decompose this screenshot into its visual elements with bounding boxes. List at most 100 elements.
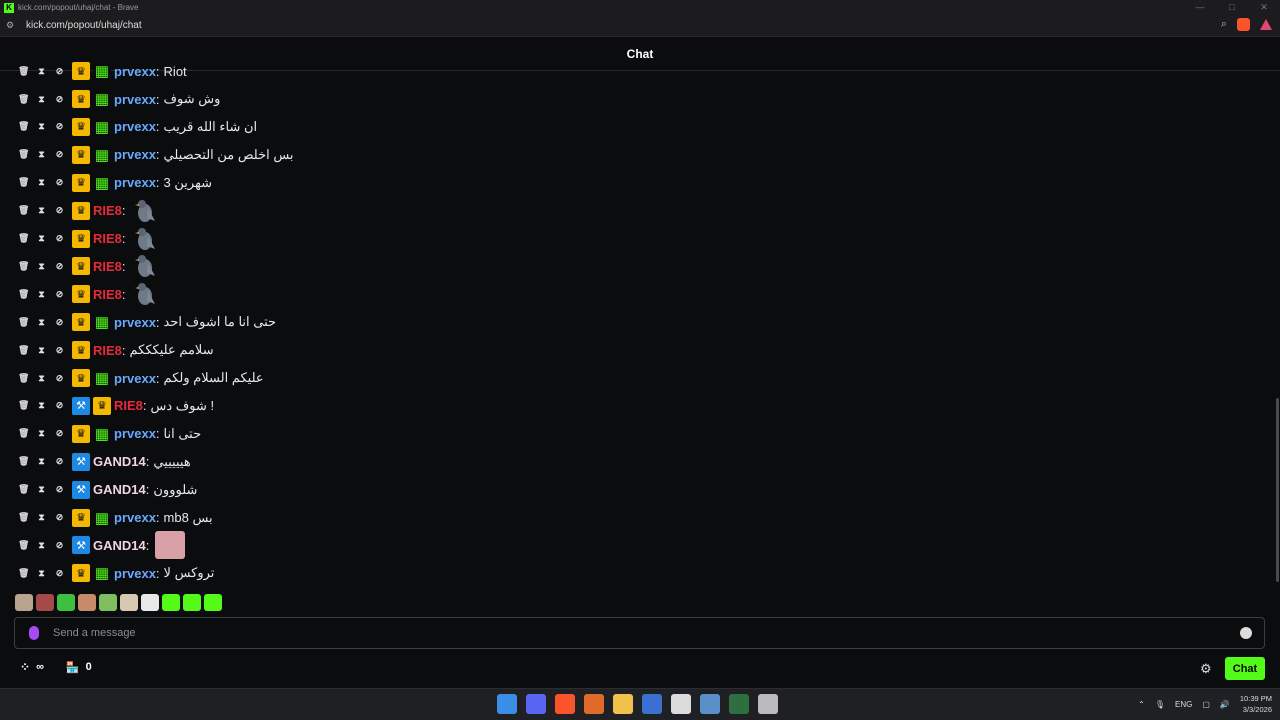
trash-icon[interactable]: 🗑 <box>18 345 29 356</box>
ban-icon[interactable]: ⊘ <box>54 568 65 579</box>
microphone-icon[interactable]: 🎙 <box>1155 700 1165 709</box>
trash-icon[interactable]: 🗑 <box>18 94 29 105</box>
site-settings-icon[interactable]: ⚙ <box>6 20 18 31</box>
ban-icon[interactable]: ⊘ <box>54 373 65 384</box>
timeout-icon[interactable]: ⧗ <box>36 205 47 216</box>
app-icon[interactable] <box>642 694 662 714</box>
excel-icon[interactable] <box>729 694 749 714</box>
chat-username[interactable]: prvexx <box>114 64 156 79</box>
trash-icon[interactable]: 🗑 <box>18 177 29 188</box>
chat-username[interactable]: prvexx <box>114 315 156 330</box>
chat-username[interactable]: RIE8 <box>93 287 122 302</box>
chat-username[interactable]: RIE8 <box>93 231 122 246</box>
tray-chevron-icon[interactable]: ⌃ <box>1138 700 1145 709</box>
timeout-icon[interactable]: ⧗ <box>36 94 47 105</box>
maximize-button[interactable]: □ <box>1216 0 1248 15</box>
quick-emote-icon[interactable] <box>78 594 96 611</box>
obs-icon[interactable] <box>671 694 691 714</box>
ban-icon[interactable]: ⊘ <box>54 317 65 328</box>
timeout-icon[interactable]: ⧗ <box>36 456 47 467</box>
chat-username[interactable]: GAND14 <box>93 454 146 469</box>
ban-icon[interactable]: ⊘ <box>54 149 65 160</box>
ban-icon[interactable]: ⊘ <box>54 66 65 77</box>
chat-username[interactable]: RIE8 <box>114 398 143 413</box>
store-icon[interactable]: 🏪 <box>66 661 80 674</box>
trash-icon[interactable]: 🗑 <box>18 456 29 467</box>
timeout-icon[interactable]: ⧗ <box>36 373 47 384</box>
quick-emote-icon[interactable] <box>57 594 75 611</box>
affinity-icon[interactable] <box>584 694 604 714</box>
ban-icon[interactable]: ⊘ <box>54 428 65 439</box>
chat-settings-icon[interactable]: ⚙ <box>1200 661 1212 677</box>
chat-username[interactable]: prvexx <box>114 510 156 525</box>
ban-icon[interactable]: ⊘ <box>54 233 65 244</box>
timeout-icon[interactable]: ⧗ <box>36 66 47 77</box>
pigeon-emote-icon[interactable] <box>132 226 158 252</box>
brave-icon[interactable] <box>555 694 575 714</box>
brave-rewards-icon[interactable] <box>1260 19 1272 30</box>
ban-icon[interactable]: ⊘ <box>54 121 65 132</box>
pigeon-emote-icon[interactable] <box>132 253 158 279</box>
chat-username[interactable]: prvexx <box>114 175 156 190</box>
trash-icon[interactable]: 🗑 <box>18 66 29 77</box>
emoji-picker-icon[interactable] <box>1240 627 1252 639</box>
chat-scrollbar[interactable] <box>1276 398 1279 582</box>
close-button[interactable]: ✕ <box>1248 0 1280 15</box>
discord-icon[interactable] <box>526 694 546 714</box>
chat-username[interactable]: prvexx <box>114 371 156 386</box>
chat-username[interactable]: GAND14 <box>93 538 146 553</box>
timeout-icon[interactable]: ⧗ <box>36 345 47 356</box>
trash-icon[interactable]: 🗑 <box>18 121 29 132</box>
chat-username[interactable]: prvexx <box>114 119 156 134</box>
trash-icon[interactable]: 🗑 <box>18 428 29 439</box>
timeout-icon[interactable]: ⧗ <box>36 568 47 579</box>
trash-icon[interactable]: 🗑 <box>18 512 29 523</box>
taskbar-clock[interactable]: 10:39 PM 3/3/2026 <box>1240 693 1272 715</box>
timeout-icon[interactable]: ⧗ <box>36 121 47 132</box>
files-icon[interactable] <box>613 694 633 714</box>
timeout-icon[interactable]: ⧗ <box>36 233 47 244</box>
timeout-icon[interactable]: ⧗ <box>36 400 47 411</box>
ban-icon[interactable]: ⊘ <box>54 456 65 467</box>
network-icon[interactable]: ▢ <box>1202 700 1210 709</box>
chat-username[interactable]: prvexx <box>114 92 156 107</box>
face-emote-icon[interactable] <box>155 531 186 560</box>
quick-emote-icon[interactable] <box>36 594 54 611</box>
input-language[interactable]: ENG <box>1175 700 1192 709</box>
steam-icon[interactable] <box>700 694 720 714</box>
quick-emote-icon[interactable] <box>15 594 33 611</box>
minimize-button[interactable]: — <box>1184 0 1216 15</box>
timeout-icon[interactable]: ⧗ <box>36 177 47 188</box>
trash-icon[interactable]: 🗑 <box>18 568 29 579</box>
quick-emote-icon[interactable] <box>141 594 159 611</box>
clock-icon[interactable] <box>758 694 778 714</box>
ban-icon[interactable]: ⊘ <box>54 345 65 356</box>
quick-emote-icon[interactable] <box>183 594 201 611</box>
timeout-icon[interactable]: ⧗ <box>36 484 47 495</box>
send-chat-button[interactable]: Chat <box>1225 657 1265 680</box>
chat-message-input[interactable] <box>53 627 1240 639</box>
quick-emote-icon[interactable] <box>99 594 117 611</box>
zoom-icon[interactable]: ⌕ <box>1221 18 1227 31</box>
trash-icon[interactable]: 🗑 <box>18 289 29 300</box>
chat-username[interactable]: RIE8 <box>93 203 122 218</box>
ban-icon[interactable]: ⊘ <box>54 512 65 523</box>
trash-icon[interactable]: 🗑 <box>18 149 29 160</box>
trash-icon[interactable]: 🗑 <box>18 540 29 551</box>
pigeon-emote-icon[interactable] <box>132 281 158 307</box>
chat-username[interactable]: RIE8 <box>93 343 122 358</box>
trash-icon[interactable]: 🗑 <box>18 373 29 384</box>
timeout-icon[interactable]: ⧗ <box>36 512 47 523</box>
emote-menu-icon[interactable] <box>29 626 39 640</box>
chat-username[interactable]: prvexx <box>114 566 156 581</box>
ban-icon[interactable]: ⊘ <box>54 540 65 551</box>
quick-emote-icon[interactable] <box>120 594 138 611</box>
brave-shields-icon[interactable] <box>1237 18 1250 31</box>
quick-emote-icon[interactable] <box>162 594 180 611</box>
trash-icon[interactable]: 🗑 <box>18 317 29 328</box>
timeout-icon[interactable]: ⧗ <box>36 317 47 328</box>
chat-username[interactable]: RIE8 <box>93 259 122 274</box>
timeout-icon[interactable]: ⧗ <box>36 149 47 160</box>
windows-icon[interactable] <box>497 694 517 714</box>
pigeon-emote-icon[interactable] <box>132 198 158 224</box>
